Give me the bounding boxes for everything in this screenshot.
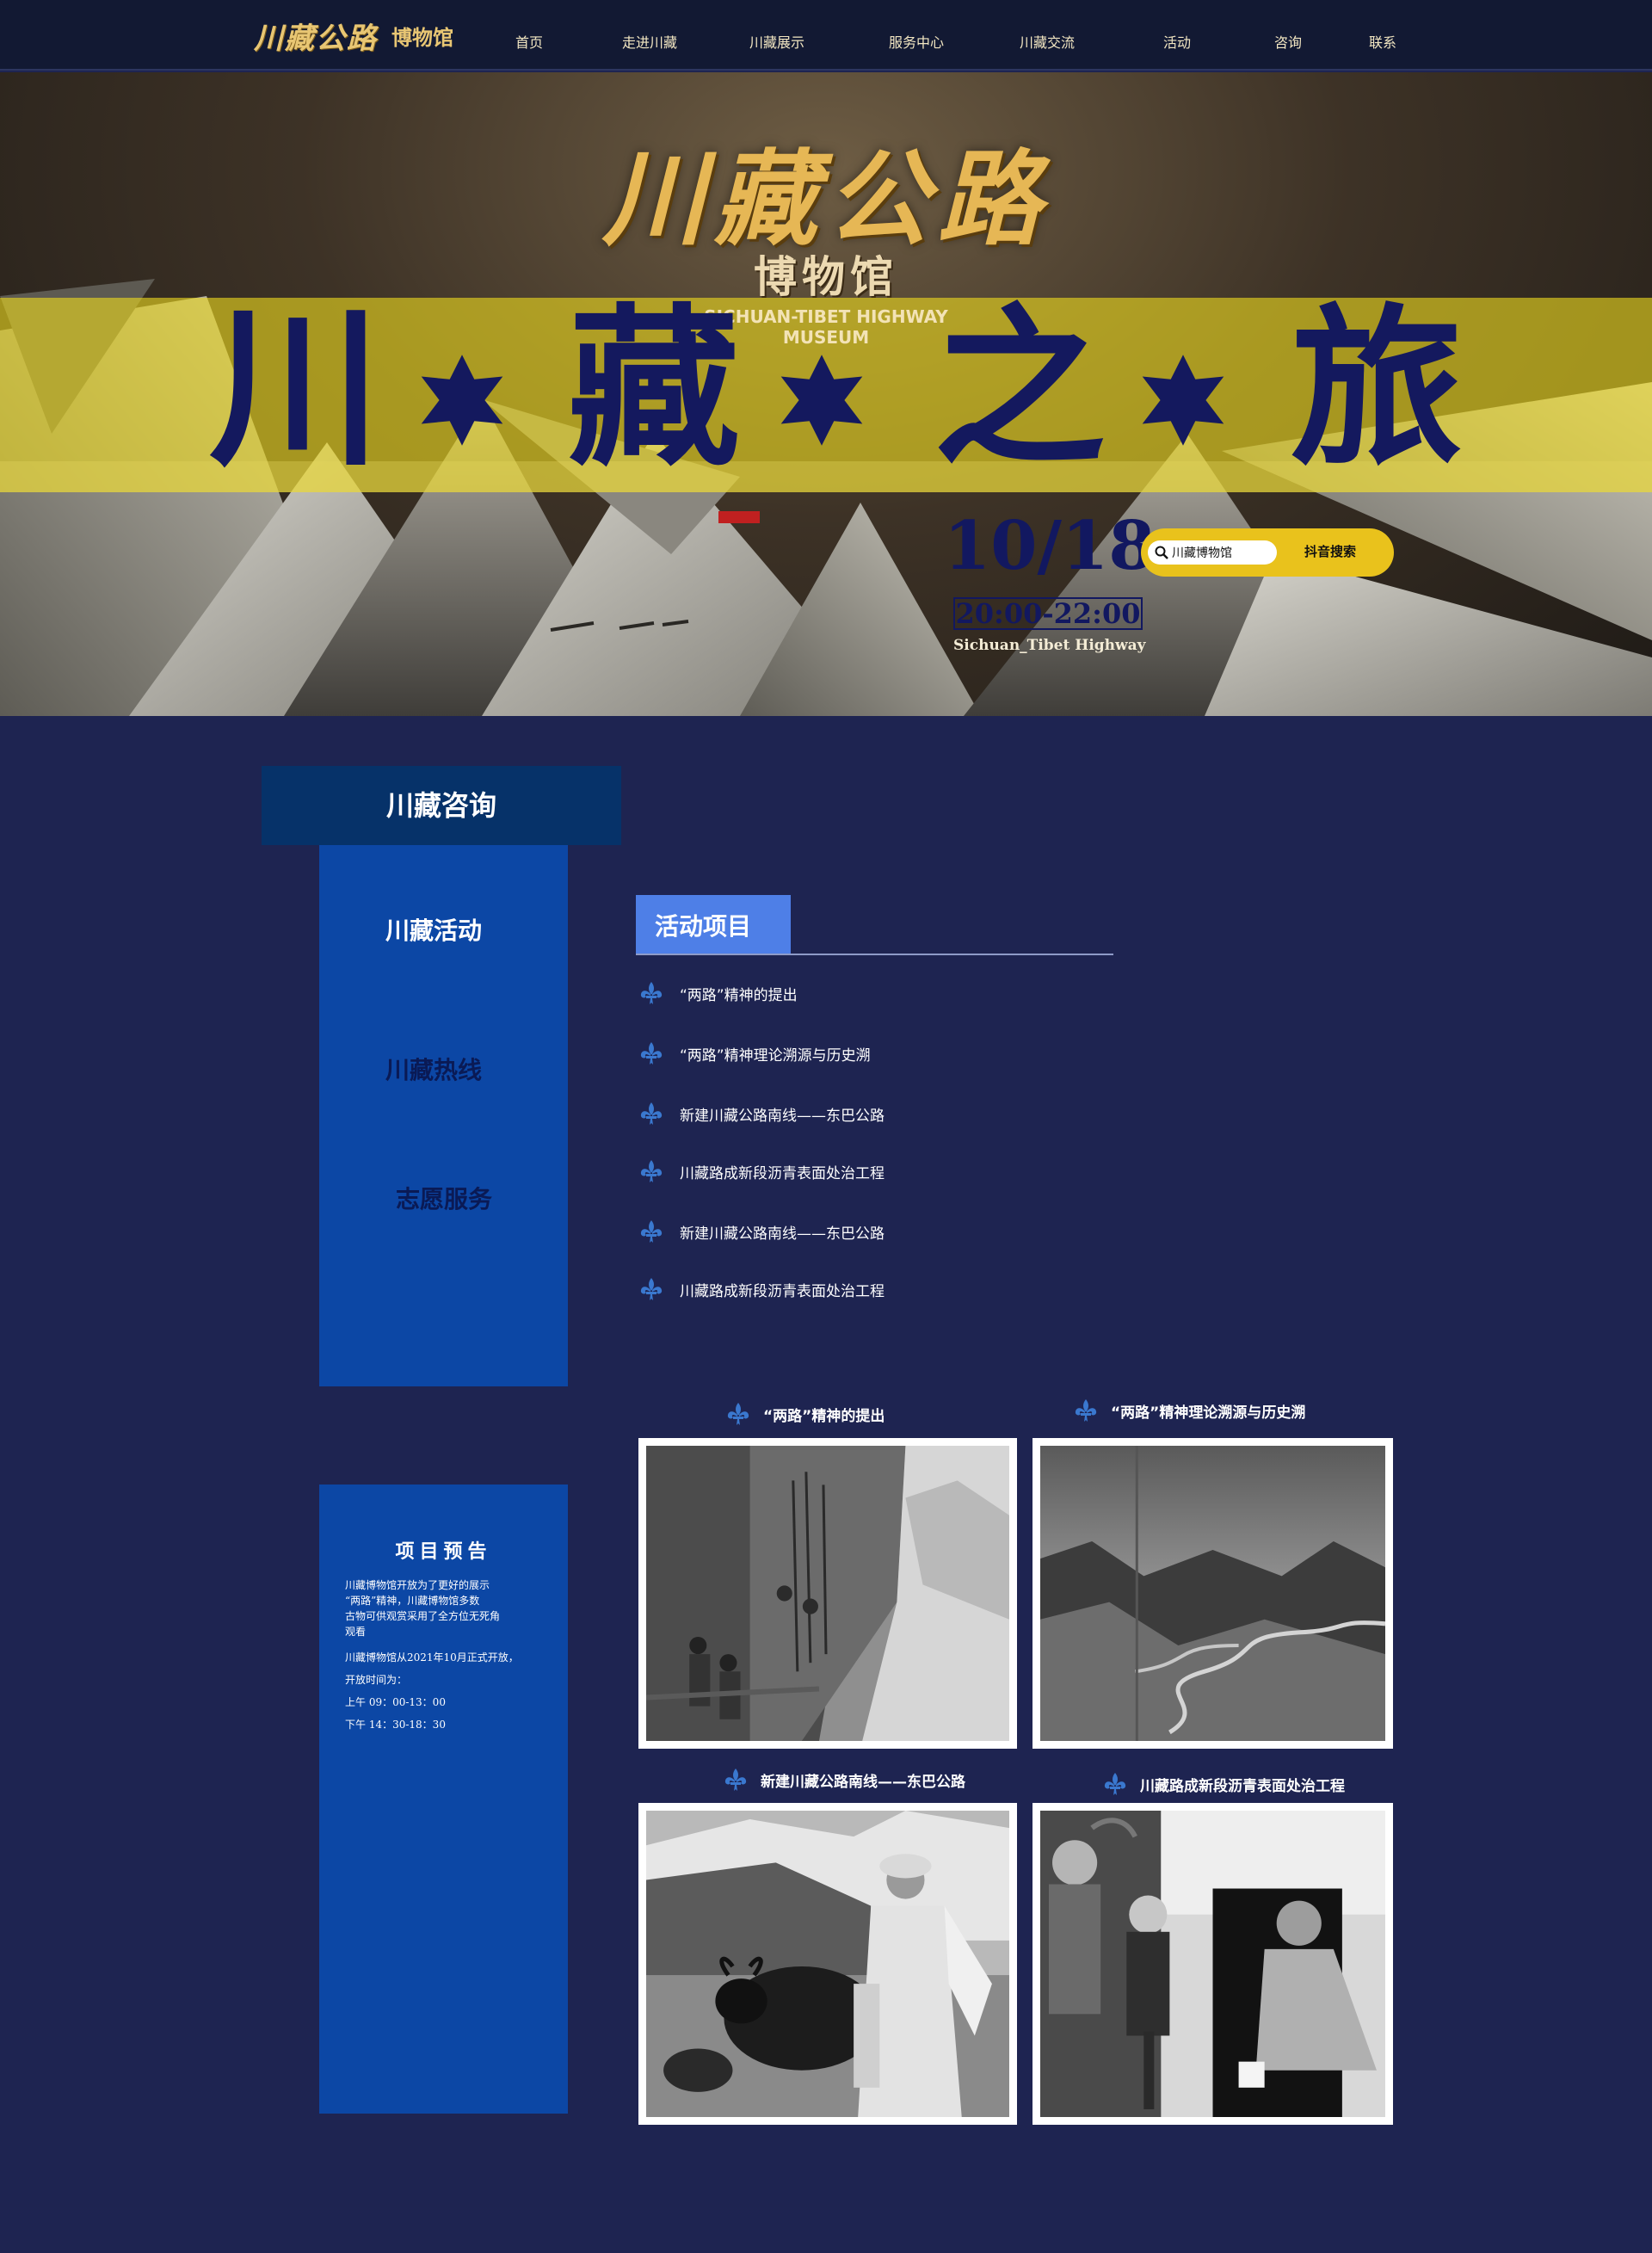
notice-line: 川藏博物馆从2021年10月正式开放，	[345, 1651, 519, 1664]
star-icon	[421, 355, 503, 446]
search-input[interactable]: 川藏博物馆	[1148, 540, 1277, 565]
notice-title: 项目预告	[395, 1540, 492, 1563]
band-char-1: 川	[209, 287, 382, 490]
sidebar-item-activities[interactable]: 川藏活动	[385, 912, 482, 947]
photo-image	[1040, 1811, 1385, 2117]
woman-with-yak-photo[interactable]	[638, 1803, 1017, 2125]
gallery-caption-1: “两路”精神的提出	[725, 1401, 885, 1427]
notice-line: 观看	[345, 1626, 367, 1638]
photo-image	[646, 1446, 1009, 1741]
fleur-de-lis-icon	[640, 1102, 663, 1125]
sidebar-item-volunteer[interactable]: 志愿服务	[396, 1181, 492, 1215]
gallery-caption-4: 川藏路成新段沥青表面处治工程	[1102, 1771, 1345, 1797]
fleur-de-lis-icon	[727, 1403, 749, 1425]
gallery-caption-3: 新建川藏公路南线——东巴公路	[723, 1767, 965, 1793]
photo-image	[646, 1811, 1009, 2117]
activity-item[interactable]: 新建川藏公路南线——东巴公路	[638, 1101, 885, 1126]
sidebar-menu: 川藏活动 川藏热线 志愿服务	[319, 845, 568, 1386]
activity-item-label: 新建川藏公路南线——东巴公路	[680, 1107, 885, 1125]
tab-divider	[636, 954, 1113, 955]
logo-script-text: 川藏公路	[254, 21, 378, 56]
sidebar-item-hotline[interactable]: 川藏热线	[385, 1052, 482, 1086]
nav-home[interactable]: 首页	[515, 31, 543, 52]
gallery-caption-text: 新建川藏公路南线——东巴公路	[761, 1773, 965, 1791]
douyin-search-box: 川藏博物馆 抖音搜索	[1141, 528, 1394, 577]
band-char-2: 藏	[568, 287, 741, 490]
gallery-caption-text: “两路”精神理论溯源与历史溯	[1111, 1404, 1306, 1422]
mountain-road-photo[interactable]	[1032, 1438, 1393, 1749]
notice-line: “两路”精神，川藏博物馆多数	[345, 1595, 480, 1607]
notice-line: 古物可供观赏采用了全方位无死角	[345, 1610, 501, 1622]
fleur-de-lis-icon	[1104, 1773, 1126, 1795]
site-logo[interactable]: 川藏公路 博物馆	[254, 15, 453, 56]
logo-subtitle: 博物馆	[391, 25, 453, 50]
fleur-de-lis-icon	[640, 1160, 663, 1182]
gallery-caption-2: “两路”精神理论溯源与历史溯	[1073, 1398, 1305, 1423]
event-time: 20:00-22:00	[953, 597, 1143, 630]
douyin-search-button[interactable]: 抖音搜索	[1304, 542, 1356, 560]
notice-line: 下午 14：30-18：30	[345, 1719, 446, 1731]
project-notice-panel: 项目预告 川藏博物馆开放为了更好的展示 “两路”精神，川藏博物馆多数 古物可供观…	[319, 1485, 568, 2114]
activity-item[interactable]: 川藏路成新段沥青表面处治工程	[638, 1276, 885, 1302]
nav-exhibition[interactable]: 川藏展示	[749, 31, 804, 52]
sidebar-heading: 川藏咨询	[262, 766, 621, 845]
activity-item-label: “两路”精神的提出	[680, 986, 798, 1004]
band-char-3: 之	[934, 287, 1106, 490]
photo-image	[1040, 1446, 1385, 1741]
fleur-de-lis-icon	[640, 982, 663, 1004]
activity-item-label: “两路”精神理论溯源与历史溯	[680, 1046, 871, 1065]
people-portrait-photo[interactable]	[1032, 1803, 1393, 2125]
nav-consult[interactable]: 咨询	[1274, 31, 1302, 52]
activity-item-label: 川藏路成新段沥青表面处治工程	[680, 1282, 885, 1300]
search-input-value: 川藏博物馆	[1172, 546, 1232, 560]
nav-service-center[interactable]: 服务中心	[889, 31, 944, 52]
nav-enter-sichuan-tibet[interactable]: 走进川藏	[622, 31, 677, 52]
fleur-de-lis-icon	[640, 1042, 663, 1065]
nav-activities[interactable]: 活动	[1163, 31, 1191, 52]
top-navigation-bar: 川藏公路 博物馆 首页 走进川藏 川藏展示 服务中心 川藏交流 活动 咨询 联系	[0, 0, 1652, 71]
fleur-de-lis-icon	[640, 1220, 663, 1243]
tab-activity-projects[interactable]: 活动项目	[636, 895, 791, 954]
fleur-de-lis-icon	[640, 1278, 663, 1300]
hero-banner: 川藏公路 博物馆 SICHUAN-TIBET HIGHWAY MUSEUM 川 …	[0, 72, 1652, 716]
notice-line: 川藏博物馆开放为了更好的展示	[345, 1579, 490, 1591]
activity-item[interactable]: “两路”精神的提出	[638, 980, 798, 1006]
band-char-4: 旅	[1291, 287, 1464, 490]
gallery-caption-text: 川藏路成新段沥青表面处治工程	[1140, 1777, 1345, 1795]
activity-item[interactable]: “两路”精神理论溯源与历史溯	[638, 1040, 871, 1066]
activity-item[interactable]: 新建川藏公路南线——东巴公路	[638, 1219, 885, 1244]
activity-item-label: 川藏路成新段沥青表面处治工程	[680, 1164, 885, 1182]
star-icon	[1142, 355, 1224, 446]
activity-item[interactable]: 川藏路成新段沥青表面处治工程	[638, 1158, 885, 1184]
search-icon	[1155, 546, 1168, 559]
fleur-de-lis-icon	[724, 1768, 747, 1791]
notice-line: 上午 09：00-13：00	[345, 1696, 446, 1708]
activity-item-label: 新建川藏公路南线——东巴公路	[680, 1225, 885, 1243]
gallery-caption-text: “两路”精神的提出	[763, 1407, 885, 1425]
nav-contact[interactable]: 联系	[1369, 31, 1396, 52]
notice-line: 开放时间为：	[345, 1674, 408, 1686]
event-date: 10/18	[944, 507, 1156, 585]
event-subtitle: Sichuan_Tibet Highway	[953, 637, 1146, 654]
star-icon	[780, 355, 863, 446]
workers-on-cliff-photo[interactable]	[638, 1438, 1017, 1749]
fleur-de-lis-icon	[1075, 1399, 1097, 1422]
nav-exchange[interactable]: 川藏交流	[1020, 31, 1075, 52]
